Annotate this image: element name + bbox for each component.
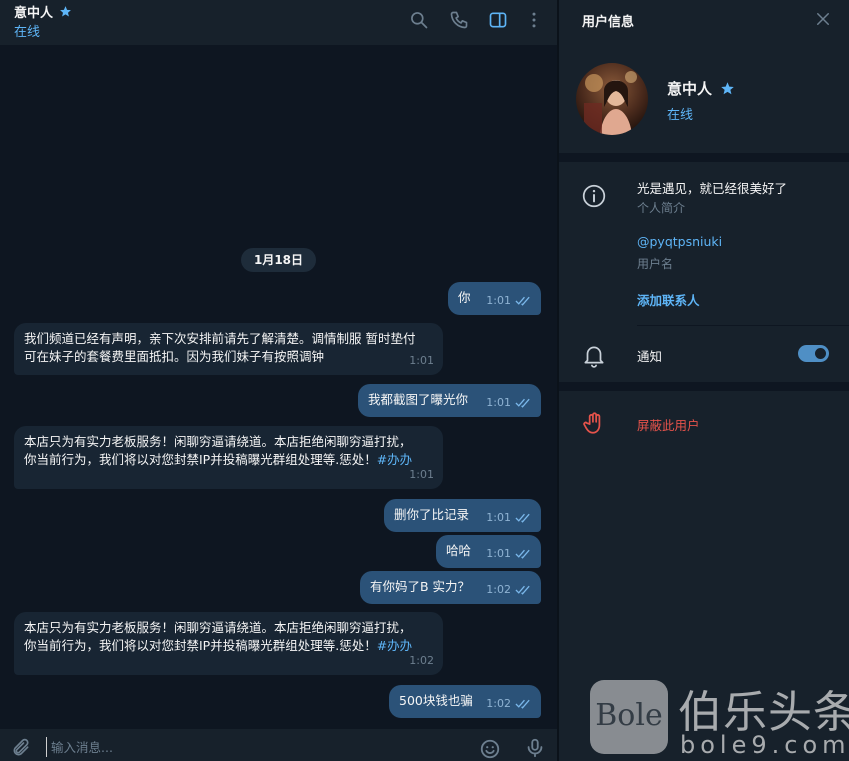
composer <box>0 729 557 761</box>
message-meta: 1:01 <box>409 352 434 370</box>
bio-label: 个人简介 <box>637 201 686 215</box>
hashtag-link[interactable]: #办办 <box>377 638 412 653</box>
watermark-logo: Bole <box>590 680 668 754</box>
message-text: 哈哈 <box>446 543 472 558</box>
notifications-toggle[interactable] <box>798 345 829 362</box>
message-time: 1:02 <box>486 697 511 710</box>
chat-status: 在线 <box>14 25 41 40</box>
profile-name: 意中人 <box>667 78 735 99</box>
message-bubble-out[interactable]: 你 1:01 <box>448 282 541 315</box>
phone-icon[interactable] <box>449 10 469 30</box>
message-meta: 1:01 <box>409 466 434 484</box>
chat-title[interactable]: 意中人 <box>14 2 72 21</box>
message-text: 我都截图了曝光你 <box>368 392 469 407</box>
username-link[interactable]: @pyqtpsniuki <box>637 234 722 249</box>
message-bubble-out[interactable]: 哈哈 1:01 <box>436 535 541 568</box>
search-icon[interactable] <box>409 10 429 30</box>
block-user-button[interactable]: 屏蔽此用户 <box>637 415 700 434</box>
message-time: 1:01 <box>409 354 434 367</box>
message-time: 1:01 <box>486 511 511 524</box>
message-input[interactable] <box>46 737 446 757</box>
bell-icon <box>584 346 604 368</box>
chat-header[interactable]: 意中人 在线 <box>0 0 557 45</box>
watermark-url: bole9.com <box>680 731 849 759</box>
notifications-label: 通知 <box>637 349 663 364</box>
message-time: 1:01 <box>486 294 511 307</box>
divider-line <box>637 325 849 326</box>
message-text: 我们频道已经有声明，亲下次安排前请先了解清楚。调情制服 暂时垫付 可在妹子的套餐… <box>24 331 416 364</box>
hashtag-link[interactable]: #办办 <box>377 452 412 467</box>
message-meta: 1:01 <box>486 292 532 310</box>
chat-title-text: 意中人 <box>14 6 54 21</box>
message-text: 本店只为有实力老板服务！闲聊穷逼请绕道。本店拒绝闲聊穷逼打扰， 你当前行为，我们… <box>24 620 412 653</box>
section-separator <box>559 382 849 391</box>
message-time: 1:02 <box>409 654 434 667</box>
message-time: 1:02 <box>486 583 511 596</box>
toggle-knob <box>813 346 828 361</box>
message-text: 删你了比记录 <box>394 507 470 522</box>
emoji-icon[interactable] <box>479 738 501 760</box>
sidebar-toggle-icon[interactable] <box>488 10 508 30</box>
message-meta: 1:02 <box>409 652 434 670</box>
read-ticks-icon <box>515 699 530 709</box>
message-text: 你 <box>458 290 471 305</box>
profile-name-text: 意中人 <box>667 80 713 98</box>
avatar[interactable] <box>576 63 648 135</box>
chat-pane: 意中人 在线 1月18日 你 1:01 我们频道已经有声明，亲下次安排前请先了解… <box>0 0 557 761</box>
username-label: 用户名 <box>637 257 674 271</box>
message-bubble-out[interactable]: 有你妈了B 实力？ 1:02 <box>360 571 541 604</box>
bio-text[interactable]: 光是遇见，就已经很美好了 <box>637 178 787 197</box>
watermark-logo-text: Bole <box>595 698 663 733</box>
read-ticks-icon <box>515 585 530 595</box>
message-meta: 1:01 <box>486 509 532 527</box>
block-hand-icon <box>583 412 601 434</box>
message-bubble-in[interactable]: 本店只为有实力老板服务！闲聊穷逼请绕道。本店拒绝闲聊穷逼打扰， 你当前行为，我们… <box>14 612 443 675</box>
message-meta: 1:01 <box>486 545 532 563</box>
message-time: 1:01 <box>486 396 511 409</box>
message-time: 1:01 <box>486 547 511 560</box>
message-bubble-in[interactable]: 本店只为有实力老板服务！闲聊穷逼请绕道。本店拒绝闲聊穷逼打扰， 你当前行为，我们… <box>14 426 443 489</box>
message-bubble-in[interactable]: 我们频道已经有声明，亲下次安排前请先了解清楚。调情制服 暂时垫付 可在妹子的套餐… <box>14 323 443 375</box>
section-separator <box>559 153 849 162</box>
message-meta: 1:02 <box>486 695 532 713</box>
read-ticks-icon <box>515 549 530 559</box>
message-text: 500块钱也骗 <box>399 693 473 708</box>
attach-icon[interactable] <box>11 738 31 758</box>
message-meta: 1:01 <box>486 394 532 412</box>
star-icon <box>60 6 71 17</box>
more-icon[interactable] <box>524 10 544 30</box>
read-ticks-icon <box>515 398 530 408</box>
add-contact-button[interactable]: 添加联系人 <box>637 290 700 309</box>
message-text: 有你妈了B 实力？ <box>370 579 471 594</box>
message-meta: 1:02 <box>486 581 532 599</box>
message-bubble-out[interactable]: 500块钱也骗 1:02 <box>389 685 541 718</box>
message-bubble-out[interactable]: 我都截图了曝光你 1:01 <box>358 384 541 417</box>
user-info-panel: 用户信息 意中人 在线 光是遇见，就已经很美好了 个人简介 @pyqtpsniu… <box>559 0 849 761</box>
message-time: 1:01 <box>409 468 434 481</box>
info-icon <box>582 184 606 208</box>
date-separator: 1月18日 <box>241 248 316 272</box>
read-ticks-icon <box>515 513 530 523</box>
close-icon[interactable] <box>814 10 832 28</box>
message-bubble-out[interactable]: 删你了比记录 1:01 <box>384 499 541 532</box>
read-ticks-icon <box>515 296 530 306</box>
panel-title: 用户信息 <box>582 15 635 30</box>
star-icon <box>721 82 734 95</box>
message-text: 本店只为有实力老板服务！闲聊穷逼请绕道。本店拒绝闲聊穷逼打扰， 你当前行为，我们… <box>24 434 412 467</box>
microphone-icon[interactable] <box>524 737 546 759</box>
profile-status: 在线 <box>667 108 694 123</box>
